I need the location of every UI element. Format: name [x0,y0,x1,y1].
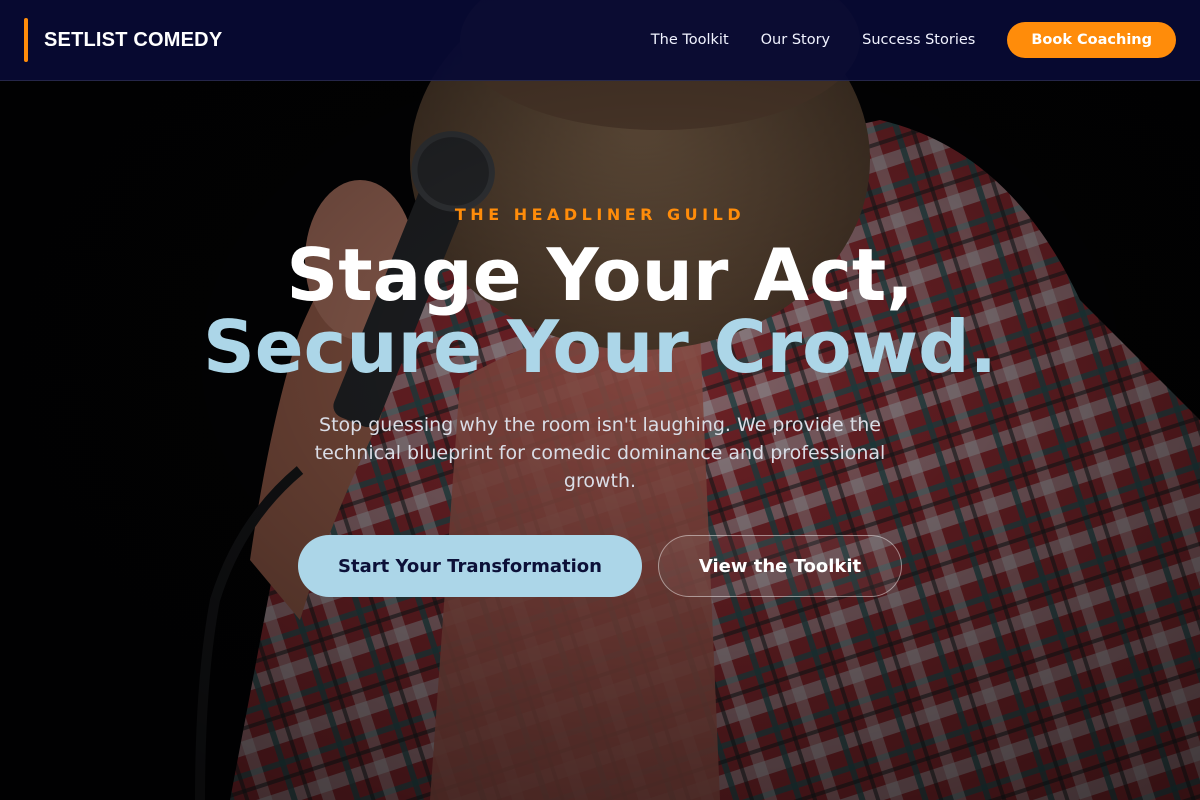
brand-logo[interactable]: SETLIST COMEDY [24,18,222,62]
hero-headline: Stage Your Act, Secure Your Crowd. [0,239,1200,383]
headline-line-2: Secure Your Crowd. [202,305,998,389]
book-coaching-button[interactable]: Book Coaching [1007,22,1176,58]
brand-name: SETLIST COMEDY [44,28,223,51]
headline-line-1: Stage Your Act, [286,233,914,317]
hero-button-row: Start Your Transformation View the Toolk… [0,535,1200,597]
brand-accent-bar [24,18,28,62]
hero-eyebrow: THE HEADLINER GUILD [454,205,746,224]
hero-section: THE HEADLINER GUILD Stage Your Act, Secu… [0,81,1200,800]
site-header: SETLIST COMEDY The Toolkit Our Story Suc… [0,0,1200,81]
nav-link-our-story[interactable]: Our Story [761,32,830,48]
view-toolkit-button[interactable]: View the Toolkit [658,535,902,597]
nav-link-success-stories[interactable]: Success Stories [862,32,975,48]
main-nav: The Toolkit Our Story Success Stories Bo… [619,22,1176,58]
hero-subtext: Stop guessing why the room isn't laughin… [314,414,886,492]
start-transformation-button[interactable]: Start Your Transformation [298,535,642,597]
nav-link-toolkit[interactable]: The Toolkit [651,32,729,48]
